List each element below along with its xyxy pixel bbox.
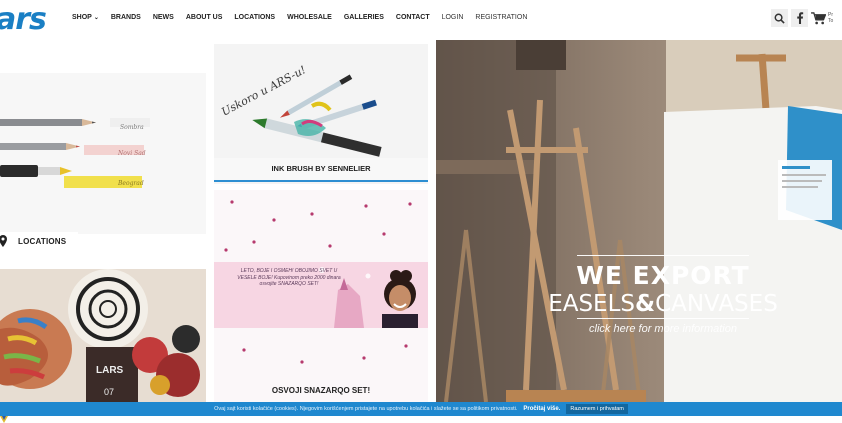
hero-background [436, 40, 842, 402]
page: ars SHOP ⌄ BRANDS NEWS ABOUT US LOCATIONS… [0, 0, 842, 423]
tile-snazarqo[interactable]: LETO, BOJE I OSMEH! OBOJIMO SVET U VESEL… [214, 190, 428, 402]
search-icon [774, 13, 785, 24]
locations-label: LOCATIONS [18, 236, 67, 246]
header-icons: Pr To [771, 9, 842, 27]
facebook-icon [796, 12, 803, 24]
pencil-label-beograd: Beograd [117, 180, 144, 187]
hero-cta-link[interactable]: click here for more information [528, 323, 798, 335]
hero-subtitle-a: EASELS [548, 291, 635, 317]
hero-text-block: WE EXPORT EASELS&CANVASES click here for… [528, 255, 798, 335]
nav-galleries[interactable]: GALLERIES [344, 14, 384, 21]
main-nav: SHOP ⌄ BRANDS NEWS ABOUT US LOCATIONS WHO… [72, 14, 539, 21]
nav-login[interactable]: LOGIN [442, 14, 464, 21]
nav-news[interactable]: NEWS [153, 14, 174, 21]
hero-banner[interactable]: WE EXPORT EASELS&CANVASES click here for… [436, 40, 842, 402]
pencils-image: Sombra Novi Sad Beograd [0, 73, 206, 234]
paint-image: LARS 07 [0, 269, 206, 402]
nav-about-us[interactable]: ABOUT US [186, 14, 223, 21]
paint-brand-text: LARS [96, 365, 124, 376]
cart-icon [811, 11, 826, 24]
footer-strip [0, 416, 842, 423]
hero-divider-bottom [577, 318, 749, 319]
hero-subtitle-b: CANVASES [655, 291, 778, 317]
cookie-accept-button[interactable]: Razumem i prihvatam [566, 404, 628, 414]
nav-shop[interactable]: SHOP ⌄ [72, 14, 99, 21]
nav-shop-label: SHOP [72, 14, 92, 21]
hero-subtitle-amp: & [635, 291, 656, 317]
search-button[interactable] [771, 9, 788, 27]
map-pin-icon [0, 235, 7, 247]
hero-divider-top [577, 255, 749, 256]
cookie-read-more-link[interactable]: Pročitaj više. [523, 406, 560, 412]
paint-number: 07 [104, 387, 114, 397]
nav-brands[interactable]: BRANDS [111, 14, 141, 21]
site-header: ars SHOP ⌄ BRANDS NEWS ABOUT US LOCATIONS… [0, 0, 842, 40]
pencil-label-sombra: Sombra [120, 124, 144, 131]
locations-link[interactable]: LOCATIONS [0, 232, 78, 250]
cookie-consent-bar: Ovaj sajt koristi kolačiće (cookies). Nj… [0, 402, 842, 416]
ars-logo[interactable]: ars [0, 2, 47, 37]
pencil-label-novi-sad: Novi Sad [117, 150, 146, 157]
facebook-button[interactable] [791, 9, 808, 27]
tile-pencils[interactable]: Sombra Novi Sad Beograd [0, 73, 206, 234]
hero-title: WE EXPORT [576, 261, 750, 290]
snazarqo-background [214, 190, 428, 402]
nav-wholesale[interactable]: WHOLESALE [287, 14, 332, 21]
badge-icon [0, 416, 8, 423]
cookie-message: Ovaj sajt koristi kolačiće (cookies). Nj… [214, 406, 518, 412]
nav-registration[interactable]: REGISTRATION [475, 14, 527, 21]
ink-brush-caption[interactable]: INK BRUSH BY SENNELIER [214, 158, 428, 182]
nav-contact[interactable]: CONTACT [396, 14, 430, 21]
nav-locations[interactable]: LOCATIONS [234, 14, 275, 21]
snazarqo-banner-text: LETO, BOJE I OSMEH! OBOJIMO SVET U VESEL… [237, 268, 341, 287]
snazarqo-caption[interactable]: OSVOJI SNAZARQO SET! [214, 380, 428, 402]
cart-button[interactable]: Pr To [811, 11, 842, 25]
tile-paint[interactable]: LARS 07 [0, 269, 206, 402]
hero-subtitle: EASELS&CANVASES [528, 290, 798, 318]
chevron-down-icon: ⌄ [93, 15, 99, 21]
cart-summary: Pr To [828, 12, 834, 24]
